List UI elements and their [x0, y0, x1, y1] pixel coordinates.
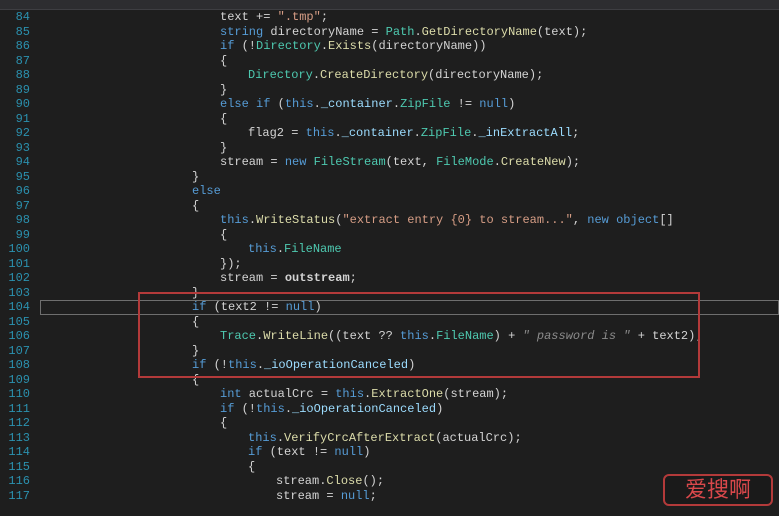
line-number: 86	[0, 39, 30, 54]
code-line[interactable]: }	[40, 286, 779, 301]
code-line[interactable]: this.FileName	[40, 242, 779, 257]
line-number: 94	[0, 155, 30, 170]
line-number-gutter: 8485868788899091929394959697989910010110…	[0, 10, 40, 503]
line-number: 85	[0, 25, 30, 40]
code-line[interactable]: }	[40, 83, 779, 98]
code-line[interactable]: });	[40, 257, 779, 272]
line-number: 95	[0, 170, 30, 185]
code-line[interactable]: }	[40, 344, 779, 359]
line-number: 96	[0, 184, 30, 199]
code-line[interactable]: string directoryName = Path.GetDirectory…	[40, 25, 779, 40]
line-number: 97	[0, 199, 30, 214]
line-number: 111	[0, 402, 30, 417]
line-number: 92	[0, 126, 30, 141]
code-line[interactable]: int actualCrc = this.ExtractOne(stream);	[40, 387, 779, 402]
line-number: 101	[0, 257, 30, 272]
code-line[interactable]: if (!this._ioOperationCanceled)	[40, 402, 779, 417]
code-area[interactable]: text += ".tmp";string directoryName = Pa…	[40, 10, 779, 503]
code-line[interactable]: if (!this._ioOperationCanceled)	[40, 358, 779, 373]
code-line[interactable]: this.VerifyCrcAfterExtract(actualCrc);	[40, 431, 779, 446]
line-number: 105	[0, 315, 30, 330]
code-line[interactable]: flag2 = this._container.ZipFile._inExtra…	[40, 126, 779, 141]
line-number: 99	[0, 228, 30, 243]
code-line[interactable]: Directory.CreateDirectory(directoryName)…	[40, 68, 779, 83]
line-number: 106	[0, 329, 30, 344]
line-number: 84	[0, 10, 30, 25]
line-number: 87	[0, 54, 30, 69]
code-line[interactable]: stream = outstream;	[40, 271, 779, 286]
line-number: 116	[0, 474, 30, 489]
line-number: 93	[0, 141, 30, 156]
code-line[interactable]: {	[40, 460, 779, 475]
line-number: 114	[0, 445, 30, 460]
line-number: 88	[0, 68, 30, 83]
line-number: 112	[0, 416, 30, 431]
code-line[interactable]: {	[40, 373, 779, 388]
watermark-badge: 爱搜啊	[663, 474, 773, 506]
line-number: 100	[0, 242, 30, 257]
code-editor[interactable]: 8485868788899091929394959697989910010110…	[0, 10, 779, 503]
code-line[interactable]: {	[40, 416, 779, 431]
line-number: 91	[0, 112, 30, 127]
code-line[interactable]: stream = new FileStream(text, FileMode.C…	[40, 155, 779, 170]
title-bar	[0, 0, 779, 10]
line-number: 90	[0, 97, 30, 112]
line-number: 98	[0, 213, 30, 228]
code-line[interactable]: else if (this._container.ZipFile != null…	[40, 97, 779, 112]
line-number: 89	[0, 83, 30, 98]
code-line[interactable]: {	[40, 315, 779, 330]
code-line[interactable]: }	[40, 141, 779, 156]
code-line[interactable]: {	[40, 199, 779, 214]
code-line[interactable]: if (!Directory.Exists(directoryName))	[40, 39, 779, 54]
line-number: 107	[0, 344, 30, 359]
code-line[interactable]: {	[40, 54, 779, 69]
line-number: 110	[0, 387, 30, 402]
code-line[interactable]: Trace.WriteLine((text ?? this.FileName) …	[40, 329, 779, 344]
line-number: 115	[0, 460, 30, 475]
code-line[interactable]: {	[40, 228, 779, 243]
code-line[interactable]: if (text != null)	[40, 445, 779, 460]
line-number: 103	[0, 286, 30, 301]
code-line[interactable]: if (text2 != null)	[40, 300, 779, 315]
code-line[interactable]: this.WriteStatus("extract entry {0} to s…	[40, 213, 779, 228]
line-number: 109	[0, 373, 30, 388]
code-line[interactable]: }	[40, 170, 779, 185]
code-line[interactable]: text += ".tmp";	[40, 10, 779, 25]
line-number: 104	[0, 300, 30, 315]
line-number: 108	[0, 358, 30, 373]
watermark-text: 爱搜啊	[685, 483, 751, 498]
line-number: 117	[0, 489, 30, 504]
line-number: 102	[0, 271, 30, 286]
code-line[interactable]: {	[40, 112, 779, 127]
code-line[interactable]: else	[40, 184, 779, 199]
line-number: 113	[0, 431, 30, 446]
